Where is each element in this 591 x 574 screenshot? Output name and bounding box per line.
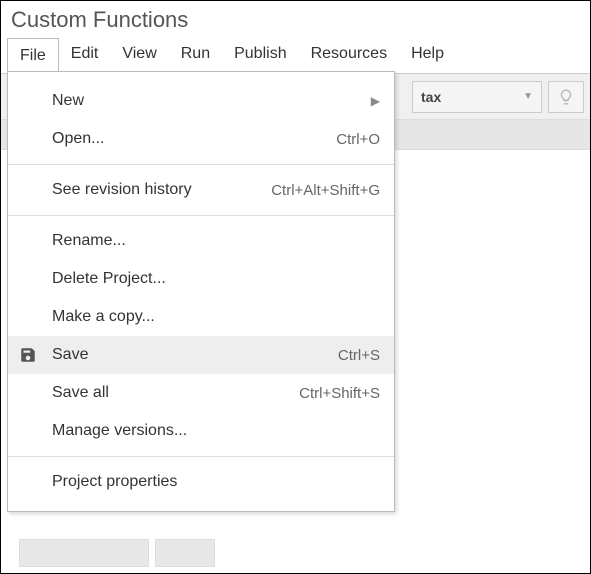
menu-item-open[interactable]: Open... Ctrl+O bbox=[8, 120, 394, 158]
menu-item-shortcut: Ctrl+Shift+S bbox=[299, 385, 380, 402]
menubar-item-edit[interactable]: Edit bbox=[59, 37, 111, 73]
menubar-item-resources[interactable]: Resources bbox=[299, 37, 399, 73]
menu-separator bbox=[8, 215, 394, 216]
menu-item-label: Manage versions... bbox=[52, 422, 187, 440]
project-title: Custom Functions bbox=[1, 1, 590, 35]
menu-item-new[interactable]: New ▶ bbox=[8, 82, 394, 120]
menu-item-delete-project[interactable]: Delete Project... bbox=[8, 260, 394, 298]
file-menu-popover: New ▶ Open... Ctrl+O See revision history Ctr… bbox=[7, 71, 395, 512]
menu-item-shortcut: Ctrl+Alt+Shift+G bbox=[271, 182, 380, 199]
menu-item-label: New bbox=[52, 92, 84, 110]
menu-item-see-revision-history[interactable]: See revision history Ctrl+Alt+Shift+G bbox=[8, 171, 394, 209]
menubar-item-help[interactable]: Help bbox=[399, 37, 456, 73]
menu-item-label: Open... bbox=[52, 130, 104, 148]
hint-button[interactable] bbox=[548, 81, 584, 113]
menu-separator bbox=[8, 164, 394, 165]
lightbulb-icon bbox=[557, 88, 575, 106]
menubar: FileEditViewRunPublishResourcesHelp bbox=[1, 35, 590, 74]
function-select-label: tax bbox=[421, 89, 441, 105]
menubar-item-run[interactable]: Run bbox=[169, 37, 222, 73]
bottom-tab[interactable] bbox=[19, 539, 149, 567]
menubar-item-publish[interactable]: Publish bbox=[222, 37, 298, 73]
caret-down-icon: ▼ bbox=[523, 91, 533, 102]
menu-item-label: Rename... bbox=[52, 232, 126, 250]
menu-item-make-a-copy[interactable]: Make a copy... bbox=[8, 298, 394, 336]
bottom-tab[interactable] bbox=[155, 539, 215, 567]
menu-item-label: See revision history bbox=[52, 181, 192, 199]
menu-item-label: Make a copy... bbox=[52, 308, 155, 326]
menubar-item-file[interactable]: File bbox=[7, 38, 59, 74]
menu-item-save[interactable]: Save Ctrl+S bbox=[8, 336, 394, 374]
menu-item-label: Project properties bbox=[52, 473, 177, 491]
menu-item-shortcut: Ctrl+O bbox=[336, 131, 380, 148]
menu-item-manage-versions[interactable]: Manage versions... bbox=[8, 412, 394, 450]
menu-item-project-properties[interactable]: Project properties bbox=[8, 463, 394, 501]
menu-item-rename[interactable]: Rename... bbox=[8, 222, 394, 260]
submenu-arrow-icon: ▶ bbox=[371, 94, 380, 108]
menu-item-label: Delete Project... bbox=[52, 270, 166, 288]
menu-separator bbox=[8, 456, 394, 457]
menu-item-label: Save all bbox=[52, 384, 109, 402]
menu-item-shortcut: Ctrl+S bbox=[338, 347, 380, 364]
menu-item-label: Save bbox=[52, 346, 88, 364]
menubar-item-view[interactable]: View bbox=[110, 37, 168, 73]
bottom-tabs bbox=[19, 539, 215, 567]
menu-item-save-all[interactable]: Save all Ctrl+Shift+S bbox=[8, 374, 394, 412]
save-icon bbox=[18, 345, 38, 365]
function-select-dropdown[interactable]: tax ▼ bbox=[412, 81, 542, 113]
